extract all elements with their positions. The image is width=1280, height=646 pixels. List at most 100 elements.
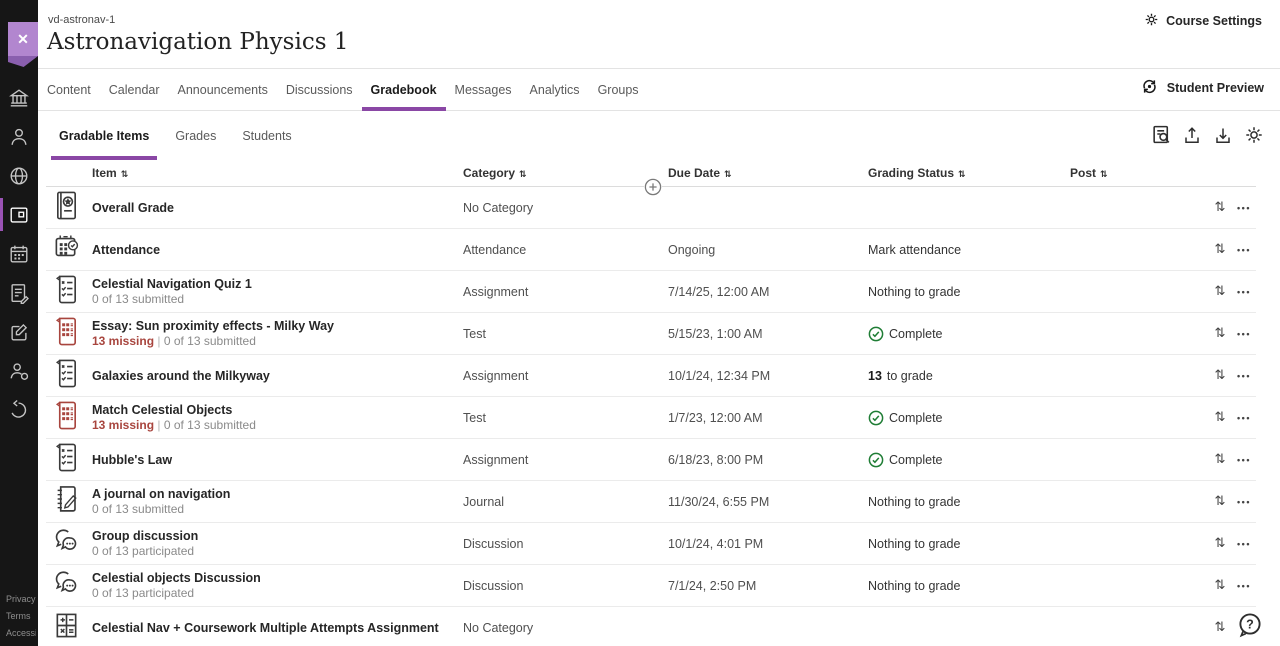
column-header-due-date[interactable]: Due Date⇅ bbox=[668, 166, 868, 180]
more-options-button[interactable]: ••• bbox=[1232, 581, 1256, 591]
download-gradebook-button[interactable] bbox=[1211, 124, 1235, 148]
student-preview-icon bbox=[1140, 77, 1159, 99]
tab-gradebook[interactable]: Gradebook bbox=[362, 69, 446, 111]
subtab-students[interactable]: Students bbox=[234, 112, 299, 160]
more-options-button[interactable]: ••• bbox=[1232, 413, 1256, 423]
close-course-button[interactable]: ✕ bbox=[8, 22, 38, 56]
tab-announcements[interactable]: Announcements bbox=[169, 69, 277, 111]
upload-gradebook-button[interactable] bbox=[1180, 124, 1204, 148]
more-options-button[interactable]: ••• bbox=[1232, 245, 1256, 255]
item-subtitle: 0 of 13 participated bbox=[92, 586, 463, 600]
item-due-date: 7/1/24, 2:50 PM bbox=[668, 579, 868, 593]
subtab-gradable-items[interactable]: Gradable Items bbox=[51, 112, 157, 160]
reorder-handle[interactable]: ⇅ bbox=[1208, 284, 1232, 299]
item-category: Test bbox=[463, 327, 668, 341]
table-row: Galaxies around the Milkyway Assignment … bbox=[46, 355, 1256, 397]
course-header: vd-astronav-1 Astronavigation Physics 1 … bbox=[38, 0, 1280, 69]
table-row: Celestial Nav + Coursework Multiple Atte… bbox=[46, 607, 1256, 646]
table-row: Hubble's Law Assignment 6/18/23, 8:00 PM… bbox=[46, 439, 1256, 481]
more-options-button[interactable]: ••• bbox=[1232, 539, 1256, 549]
subtab-grades[interactable]: Grades bbox=[167, 112, 224, 160]
more-options-button[interactable]: ••• bbox=[1232, 329, 1256, 339]
gear-icon bbox=[1144, 12, 1159, 30]
item-title-link[interactable]: Celestial objects Discussion bbox=[92, 571, 463, 585]
add-item-button[interactable] bbox=[644, 178, 662, 196]
footer-link-accessibility[interactable]: Accessibility bbox=[6, 625, 36, 642]
sidebar-item-sign-out[interactable] bbox=[0, 390, 38, 429]
reorder-handle[interactable]: ⇅ bbox=[1208, 368, 1232, 383]
sidebar-item-institution[interactable] bbox=[0, 78, 38, 117]
item-title-link[interactable]: Galaxies around the Milkyway bbox=[92, 369, 463, 383]
sidebar-item-profile[interactable] bbox=[0, 117, 38, 156]
compose-icon bbox=[8, 321, 30, 343]
sign-out-icon bbox=[8, 399, 30, 421]
sort-icon: ⇅ bbox=[724, 170, 732, 180]
item-title-link[interactable]: Match Celestial Objects bbox=[92, 403, 463, 417]
more-options-button[interactable]: ••• bbox=[1232, 203, 1256, 213]
more-options-button[interactable]: ••• bbox=[1232, 455, 1256, 465]
reorder-handle[interactable]: ⇅ bbox=[1208, 620, 1232, 635]
gear-icon bbox=[1244, 125, 1264, 148]
tab-analytics[interactable]: Analytics bbox=[521, 69, 589, 111]
grading-status: Nothing to grade bbox=[868, 537, 1070, 551]
item-subtitle: 13 missing | 0 of 13 submitted bbox=[92, 334, 463, 348]
footer-link-privacy[interactable]: Privacy bbox=[6, 591, 36, 608]
footer-link-terms[interactable]: Terms bbox=[6, 608, 36, 625]
courses-icon bbox=[8, 204, 30, 226]
table-row: Celestial objects Discussion 0 of 13 par… bbox=[46, 565, 1256, 607]
more-options-button[interactable]: ••• bbox=[1232, 287, 1256, 297]
reorder-handle[interactable]: ⇅ bbox=[1208, 452, 1232, 467]
item-title-link[interactable]: A journal on navigation bbox=[92, 487, 463, 501]
item-title-link[interactable]: Overall Grade bbox=[92, 201, 463, 215]
item-title-link[interactable]: Celestial Navigation Quiz 1 bbox=[92, 277, 463, 291]
course-nav: ContentCalendarAnnouncementsDiscussionsG… bbox=[38, 69, 1280, 111]
gradebook-settings-button[interactable] bbox=[1242, 124, 1266, 148]
discussion-icon bbox=[46, 568, 92, 604]
item-title-link[interactable]: Hubble's Law bbox=[92, 453, 463, 467]
complete-check-icon bbox=[868, 452, 884, 468]
column-header-post[interactable]: Post⇅ bbox=[1070, 166, 1208, 180]
item-title-link[interactable]: Essay: Sun proximity effects - Milky Way bbox=[92, 319, 463, 333]
more-options-button[interactable]: ••• bbox=[1232, 371, 1256, 381]
course-settings-button[interactable]: Course Settings bbox=[1144, 12, 1262, 30]
tab-groups[interactable]: Groups bbox=[589, 69, 648, 111]
item-title-link[interactable]: Celestial Nav + Coursework Multiple Atte… bbox=[92, 621, 463, 635]
item-due-date: 7/14/25, 12:00 AM bbox=[668, 285, 868, 299]
reorder-handle[interactable]: ⇅ bbox=[1208, 494, 1232, 509]
sidebar-item-grades[interactable] bbox=[0, 273, 38, 312]
item-title-link[interactable]: Group discussion bbox=[92, 529, 463, 543]
tab-discussions[interactable]: Discussions bbox=[277, 69, 362, 111]
item-category: No Category bbox=[463, 621, 668, 635]
column-header-category[interactable]: Category⇅ bbox=[463, 166, 668, 180]
tab-calendar[interactable]: Calendar bbox=[100, 69, 169, 111]
sidebar-item-activity[interactable] bbox=[0, 156, 38, 195]
tab-messages[interactable]: Messages bbox=[446, 69, 521, 111]
table-row: Group discussion 0 of 13 participated Di… bbox=[46, 523, 1256, 565]
reorder-handle[interactable]: ⇅ bbox=[1208, 536, 1232, 551]
sidebar-item-messages[interactable] bbox=[0, 312, 38, 351]
sidebar-item-tools[interactable] bbox=[0, 351, 38, 390]
globe-icon bbox=[8, 165, 30, 187]
reorder-handle[interactable]: ⇅ bbox=[1208, 242, 1232, 257]
item-title-link[interactable]: Attendance bbox=[92, 243, 463, 257]
item-due-date: 10/1/24, 4:01 PM bbox=[668, 537, 868, 551]
help-button[interactable]: ? bbox=[1236, 611, 1264, 639]
reorder-handle[interactable]: ⇅ bbox=[1208, 410, 1232, 425]
sidebar-item-courses[interactable] bbox=[0, 195, 38, 234]
column-header-item[interactable]: Item⇅ bbox=[92, 166, 463, 180]
table-row: A journal on navigation 0 of 13 submitte… bbox=[46, 481, 1256, 523]
search-gradebook-button[interactable] bbox=[1149, 124, 1173, 148]
calculator-icon bbox=[46, 610, 92, 646]
reorder-handle[interactable]: ⇅ bbox=[1208, 326, 1232, 341]
reorder-handle[interactable]: ⇅ bbox=[1208, 200, 1232, 215]
person-badge-icon bbox=[8, 360, 30, 382]
assignment-icon bbox=[46, 358, 92, 394]
more-options-button[interactable]: ••• bbox=[1232, 497, 1256, 507]
student-preview-button[interactable]: Student Preview bbox=[1140, 77, 1264, 99]
sidebar-item-calendar[interactable] bbox=[0, 234, 38, 273]
search-list-icon bbox=[1151, 124, 1172, 148]
tab-content[interactable]: Content bbox=[38, 69, 100, 111]
column-header-grading-status[interactable]: Grading Status⇅ bbox=[868, 166, 1070, 180]
complete-check-icon bbox=[868, 326, 884, 342]
reorder-handle[interactable]: ⇅ bbox=[1208, 578, 1232, 593]
